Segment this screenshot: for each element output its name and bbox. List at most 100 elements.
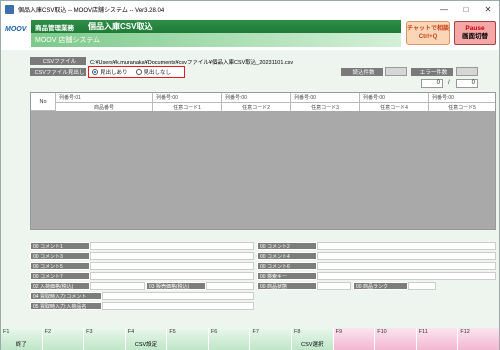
system-name: MOOV 店舗システム bbox=[31, 33, 401, 47]
csv-data-grid[interactable]: No 列番号:01 列番号:00 列番号:00 列番号:00 列番号:00 列番… bbox=[30, 92, 496, 230]
no-column-header: No bbox=[31, 93, 56, 111]
chat-consult-button[interactable]: チャットで相談 Ctrl+Q bbox=[406, 21, 450, 45]
f10-button[interactable]: F10 bbox=[375, 328, 417, 350]
fkey-label: CSV設定 bbox=[134, 342, 158, 348]
app-header: MOOV 商品管理業務 個品入庫CSV取込 MOOV 店舗システム チャットで相… bbox=[1, 18, 499, 50]
buy-comment-label: 04 買取時入力:コメント bbox=[30, 292, 102, 300]
moov-logo: MOOV bbox=[5, 26, 27, 33]
window-title: 個品入庫CSV取込 -- MOOV店舗システム -- Ver3.28.04 bbox=[18, 8, 165, 14]
fkey-number: F4 bbox=[127, 329, 135, 335]
comment1-value bbox=[90, 242, 254, 250]
fkey-number: F5 bbox=[169, 329, 176, 335]
buy-name-value bbox=[102, 302, 254, 310]
fkey-number: F3 bbox=[86, 329, 93, 335]
fkey-number: F11 bbox=[418, 329, 428, 335]
sale-price-value bbox=[206, 282, 254, 290]
fkey-number: F9 bbox=[335, 329, 343, 335]
sale-price-label: 03 販売価格(税込) bbox=[146, 282, 206, 290]
stock-price-value bbox=[90, 282, 145, 290]
condition-label: 00 商品状態 bbox=[257, 282, 317, 290]
fkey-number: F2 bbox=[44, 329, 51, 335]
comment7-value bbox=[90, 272, 254, 280]
title-banner: 商品管理業務 個品入庫CSV取込 bbox=[31, 20, 401, 33]
buy-comment-value bbox=[102, 292, 254, 300]
f3-button[interactable]: F3 bbox=[84, 328, 126, 350]
fkey-label: 終了 bbox=[15, 342, 27, 348]
close-icon[interactable]: ✕ bbox=[477, 1, 499, 18]
column-header-code5: 任意コード5 bbox=[429, 102, 495, 111]
f2-button[interactable]: F2 bbox=[42, 328, 85, 350]
heading-no-label: 見出しなし bbox=[143, 70, 172, 76]
column-number-header: 列番号:00 bbox=[153, 93, 222, 102]
heading-yes-radio[interactable] bbox=[92, 69, 98, 75]
csv-heading-label: CSVファイル見出し bbox=[30, 68, 86, 76]
heading-yes-label: 見出しあり bbox=[100, 70, 128, 76]
function-key-bar: F1 終了 F2 F3 F4 CSV設定 F5 F6 F7 F8 CSV選択 F9 F… bbox=[1, 328, 499, 350]
column-header-code3: 任意コード3 bbox=[291, 102, 360, 111]
pause-switch-button[interactable]: Pause 画面切替 bbox=[454, 21, 496, 45]
column-header-code4: 任意コード4 bbox=[360, 102, 429, 111]
csv-file-path: C:¥Users¥k.muranaka¥Documents¥csvファイル¥個品… bbox=[90, 60, 294, 66]
fkey-number: F1 bbox=[3, 329, 10, 335]
category-label: 商品管理業務 bbox=[35, 24, 74, 32]
maximize-icon[interactable]: □ bbox=[455, 1, 477, 18]
error-count-label: エラー件数 bbox=[411, 68, 453, 76]
switch-screen-label: 画面切替 bbox=[462, 33, 488, 40]
fkey-number: F10 bbox=[377, 329, 387, 335]
f12-button[interactable]: F12 bbox=[458, 328, 499, 350]
column-number-header: 列番号:00 bbox=[291, 93, 360, 102]
search-key-value bbox=[317, 272, 496, 280]
column-number-header: 列番号:00 bbox=[222, 93, 291, 102]
f5-button[interactable]: F5 bbox=[167, 328, 209, 350]
csv-file-label: CSVファイル bbox=[30, 57, 86, 65]
chat-shortcut: Ctrl+Q bbox=[418, 34, 438, 40]
search-key-label: 00 検索キー bbox=[257, 272, 317, 280]
fkey-number: F8 bbox=[294, 329, 301, 335]
comment4-value bbox=[317, 252, 496, 260]
stock-price-label: 02 入荷価格(税込) bbox=[30, 282, 90, 290]
rank-label: 00 商品ランク bbox=[353, 282, 408, 290]
comment3-label: 00 コメント3 bbox=[30, 252, 90, 260]
comment5-value bbox=[90, 262, 254, 270]
comment6-label: 00 コメント6 bbox=[257, 262, 317, 270]
f8-csv-select-button[interactable]: F8 CSV選択 bbox=[292, 328, 334, 350]
pause-label: Pause bbox=[465, 25, 485, 32]
column-header-code1: 任意コード1 bbox=[153, 102, 222, 111]
comment6-value bbox=[317, 262, 496, 270]
fkey-label: CSV選択 bbox=[301, 342, 324, 348]
f11-button[interactable]: F11 bbox=[416, 328, 459, 350]
heading-radio-group: 見出しあり 見出しなし bbox=[88, 66, 185, 78]
progress-current: 0 bbox=[421, 79, 443, 88]
f6-button[interactable]: F6 bbox=[208, 328, 251, 350]
comment2-value bbox=[317, 242, 496, 250]
f7-button[interactable]: F7 bbox=[250, 328, 293, 350]
comment3-value bbox=[90, 252, 254, 260]
fkey-number: F7 bbox=[252, 329, 259, 335]
app-window: 個品入庫CSV取込 -- MOOV店舗システム -- Ver3.28.04 — … bbox=[0, 0, 500, 350]
f1-exit-button[interactable]: F1 終了 bbox=[1, 328, 43, 350]
f9-button[interactable]: F9 bbox=[333, 328, 376, 350]
comment1-label: 00 コメント1 bbox=[30, 242, 90, 250]
chat-label: チャットで相談 bbox=[407, 26, 449, 32]
heading-no-radio[interactable] bbox=[135, 69, 142, 75]
error-count-value bbox=[456, 67, 478, 76]
progress-total: 0 bbox=[456, 79, 478, 88]
comment5-label: 00 コメント5 bbox=[30, 262, 90, 270]
comment2-label: 00 コメント2 bbox=[257, 242, 317, 250]
column-header-code2: 任意コード2 bbox=[222, 102, 291, 111]
fkey-number: F12 bbox=[460, 329, 470, 335]
title-bar: 個品入庫CSV取込 -- MOOV店舗システム -- Ver3.28.04 — … bbox=[1, 1, 499, 18]
grid-body[interactable] bbox=[31, 111, 495, 229]
column-number-header: 列番号:00 bbox=[432, 95, 454, 101]
screen-title: 個品入庫CSV取込 bbox=[88, 22, 153, 31]
read-count-value bbox=[385, 67, 407, 76]
f4-csv-settings-button[interactable]: F4 CSV設定 bbox=[125, 328, 168, 350]
comment7-label: 00 コメント7 bbox=[30, 272, 90, 280]
app-icon bbox=[5, 5, 14, 14]
progress-separator: / bbox=[448, 80, 450, 86]
column-number-header: 列番号:01 bbox=[56, 93, 153, 102]
comment4-label: 00 コメント4 bbox=[257, 252, 317, 260]
minimize-icon[interactable]: — bbox=[433, 1, 455, 18]
column-number-header: 列番号:00 bbox=[360, 93, 429, 102]
buy-name-label: 05 買取時入力:入荷品名 bbox=[30, 302, 102, 310]
